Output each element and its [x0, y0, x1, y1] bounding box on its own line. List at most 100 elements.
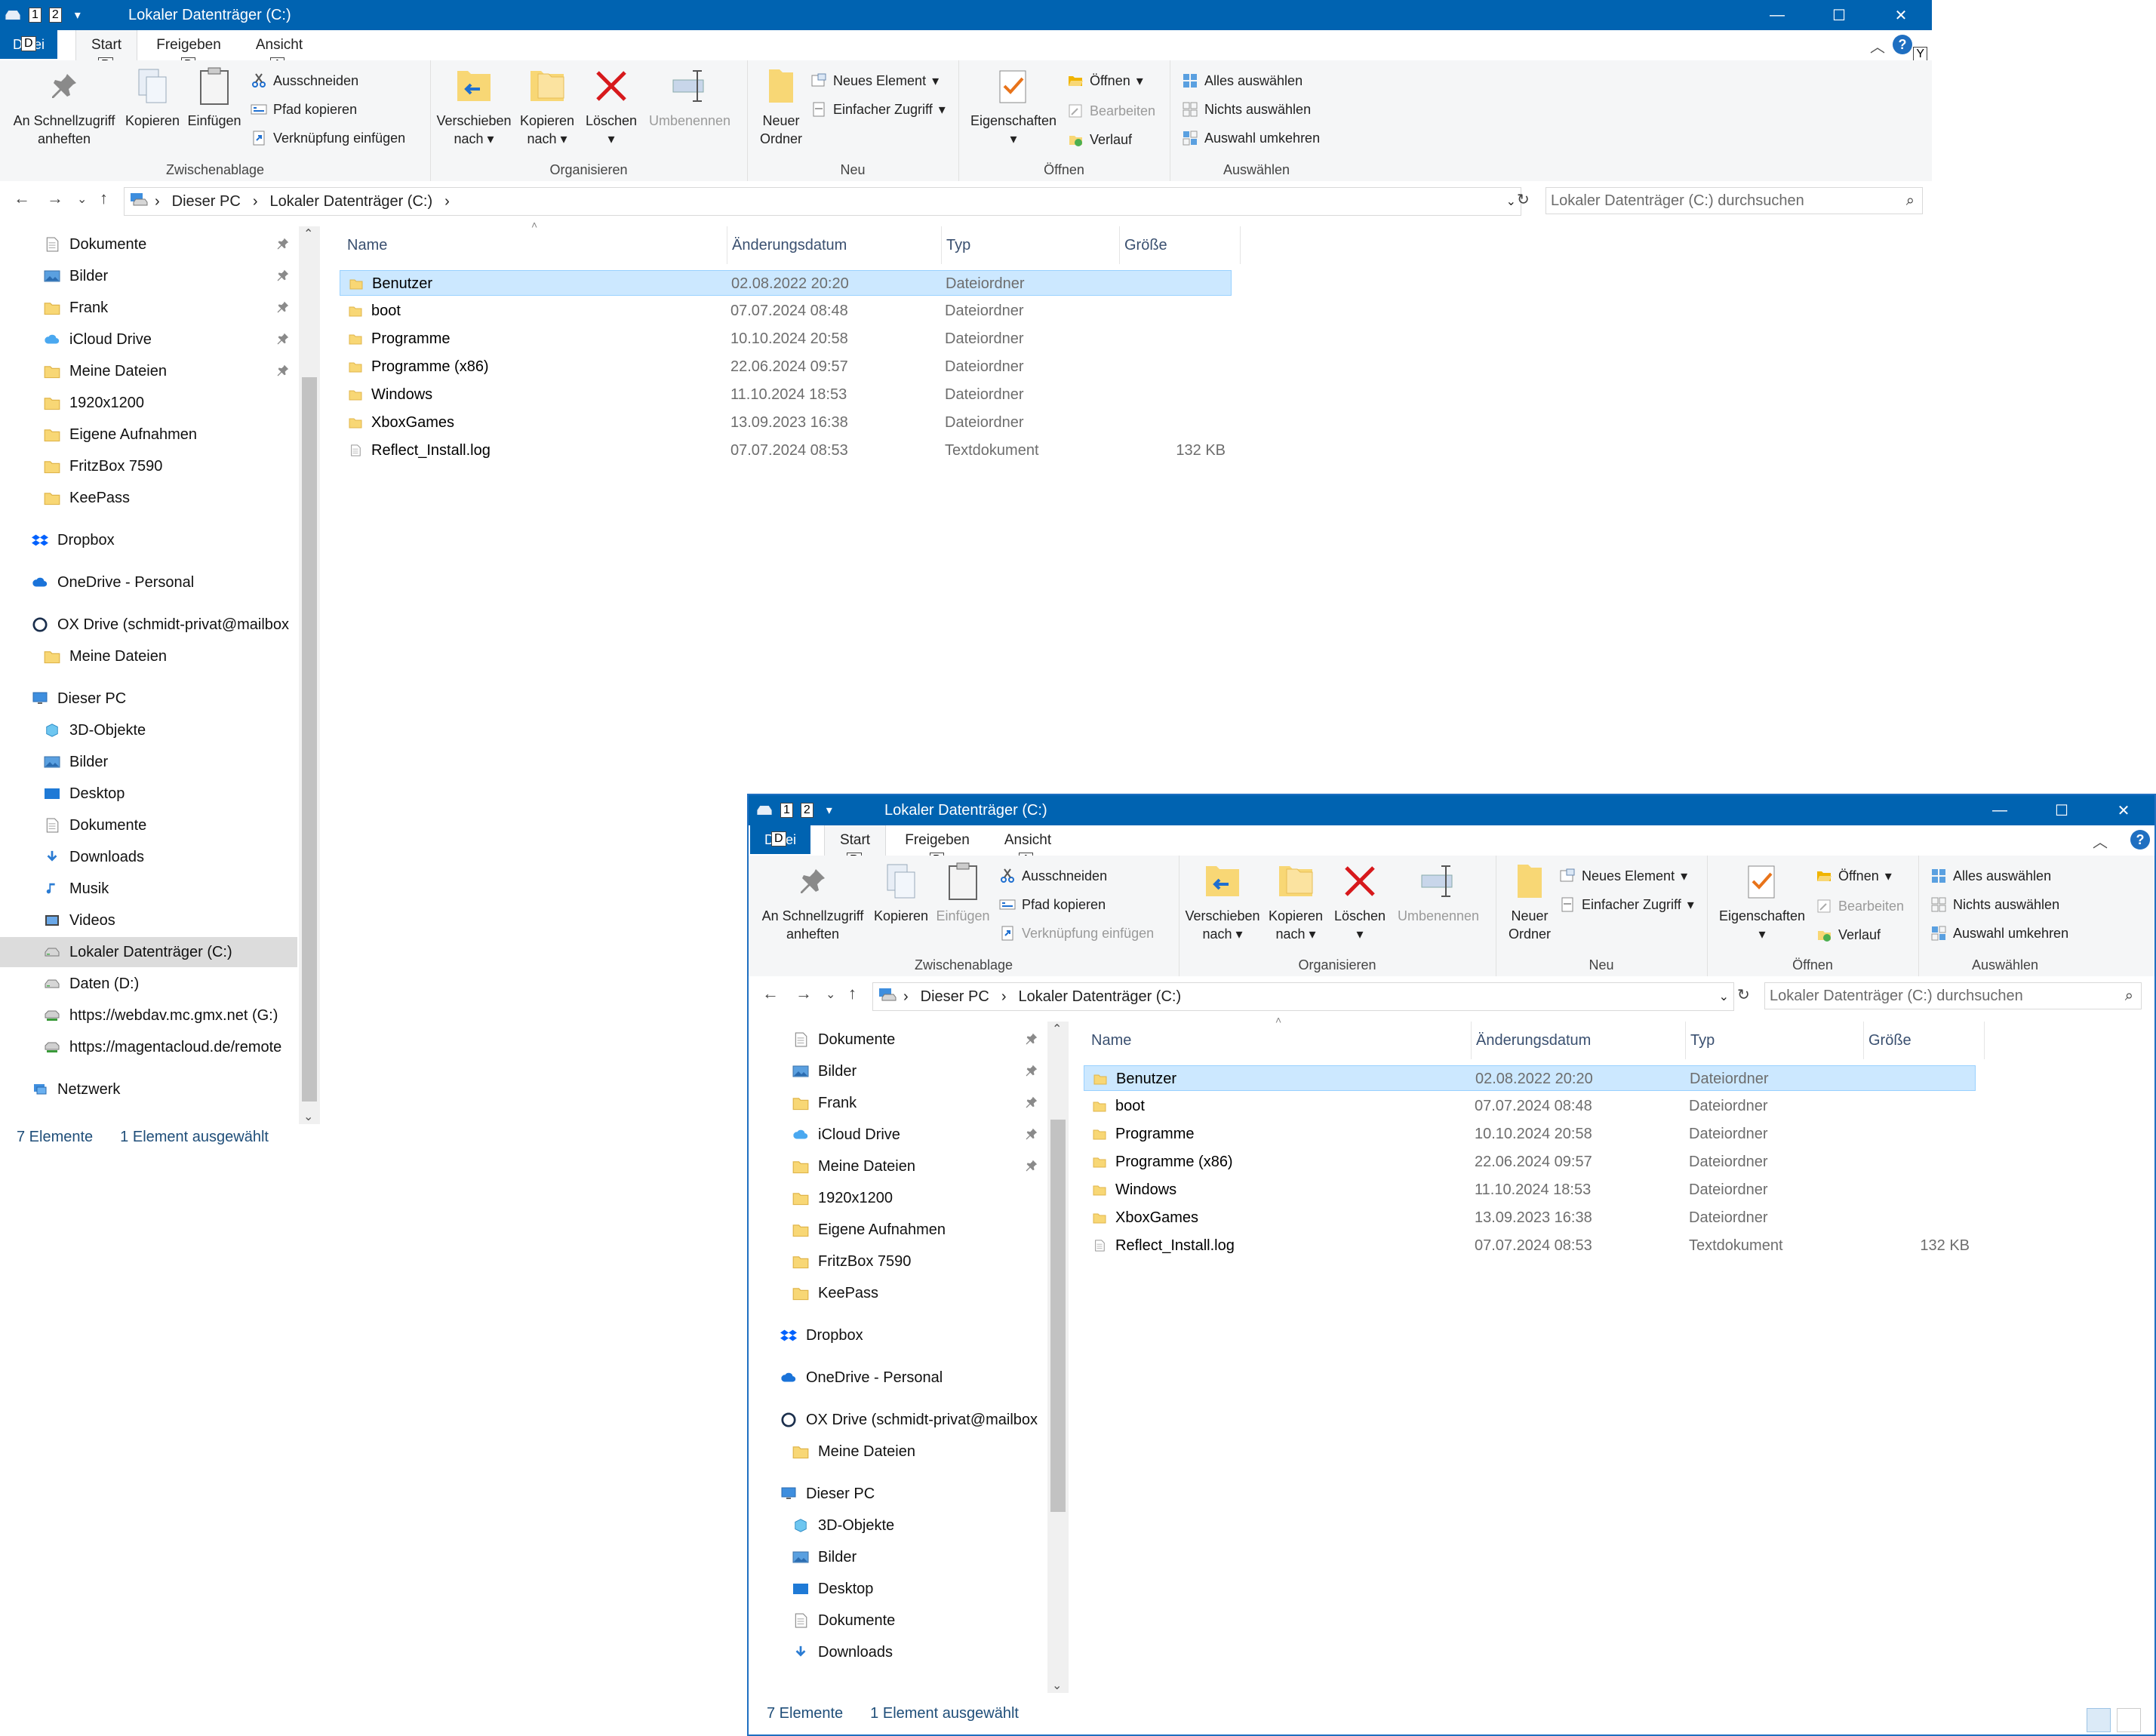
nav-pc-item[interactable]: Bilder: [792, 1542, 857, 1572]
new-folder-button[interactable]: Neuer Ordner: [1499, 859, 1561, 943]
copy-path-button[interactable]: Pfad kopieren: [251, 98, 357, 121]
nav-onedrive[interactable]: OneDrive - Personal: [32, 567, 194, 598]
nav-quick-item[interactable]: Frank: [792, 1088, 857, 1118]
drive-icon[interactable]: [5, 6, 21, 24]
nav-quick-item[interactable]: iCloud Drive: [44, 324, 152, 355]
nav-dropbox[interactable]: Dropbox: [32, 525, 115, 555]
nav-this-pc[interactable]: Dieser PC: [780, 1479, 875, 1509]
nav-pc-item[interactable]: Daten (D:): [44, 969, 139, 999]
select-none-button[interactable]: Nichts auswählen: [1182, 98, 1311, 121]
forward-arrow-icon[interactable]: →: [795, 984, 812, 1003]
pin-quick-access-button[interactable]: An Schnellzugriff anheften: [756, 859, 869, 943]
cut-button[interactable]: Ausschneiden: [251, 69, 358, 92]
search-input[interactable]: Lokaler Datenträger (C:) durchsuchen ⌕: [1545, 187, 1923, 214]
nav-quick-item[interactable]: Meine Dateien: [792, 1151, 915, 1181]
select-none-button[interactable]: Nichts auswählen: [1930, 893, 2059, 916]
nav-quick-item[interactable]: Bilder: [792, 1056, 857, 1086]
copy-to-button[interactable]: Kopieren nach ▾: [1263, 859, 1328, 943]
easy-access-button[interactable]: Einfacher Zugriff ▾: [810, 98, 946, 121]
up-arrow-icon[interactable]: ↑: [100, 189, 108, 208]
delete-button[interactable]: Löschen ▾: [581, 63, 641, 148]
table-row[interactable]: XboxGames 13.09.2023 16:38 Dateiordner: [1084, 1205, 1976, 1231]
nav-quick-item[interactable]: 1920x1200: [44, 388, 144, 418]
copy-path-button[interactable]: Pfad kopieren: [999, 893, 1106, 916]
nav-quick-item[interactable]: KeePass: [792, 1278, 878, 1308]
nav-oxdrive-child[interactable]: Meine Dateien: [792, 1436, 915, 1467]
paste-button[interactable]: Einfügen: [184, 63, 245, 130]
address-dropdown-icon[interactable]: ⌄: [1719, 989, 1729, 1004]
nav-pc-item[interactable]: Downloads: [44, 842, 144, 872]
nav-quick-item[interactable]: Bilder: [44, 261, 108, 291]
nav-scroll-thumb[interactable]: [1050, 1120, 1066, 1512]
tab-view[interactable]: Ansicht: [241, 30, 317, 60]
minimize-button[interactable]: —: [1969, 795, 2031, 825]
recent-dropdown-icon[interactable]: ⌄: [77, 192, 87, 207]
easy-access-button[interactable]: Einfacher Zugriff ▾: [1559, 893, 1694, 916]
rename-button[interactable]: Umbenennen: [643, 63, 737, 130]
nav-quick-item[interactable]: Eigene Aufnahmen: [44, 419, 197, 450]
nav-oxdrive[interactable]: OX Drive (schmidt-privat@mailbox: [780, 1405, 1038, 1435]
large-icons-view-icon[interactable]: [2117, 1708, 2141, 1732]
table-row[interactable]: Reflect_Install.log 07.07.2024 08:53 Textd…: [340, 438, 1232, 463]
pin-icon[interactable]: [276, 300, 290, 318]
address-dropdown-icon[interactable]: ⌄: [1506, 194, 1516, 209]
select-all-button[interactable]: Alles auswählen: [1930, 865, 2051, 887]
tab-view[interactable]: Ansicht: [990, 825, 1066, 856]
paste-button[interactable]: Einfügen: [933, 859, 993, 925]
table-row[interactable]: Windows 11.10.2024 18:53 Dateiordner: [1084, 1177, 1976, 1203]
nav-oxdrive-child[interactable]: Meine Dateien: [44, 641, 167, 671]
nav-pc-item[interactable]: Desktop: [44, 779, 125, 809]
close-button[interactable]: ✕: [1870, 0, 1932, 30]
up-arrow-icon[interactable]: ↑: [848, 984, 857, 1003]
open-button[interactable]: Öffnen ▾: [1816, 865, 1892, 887]
column-header-size[interactable]: Größe: [1120, 226, 1241, 264]
nav-quick-item[interactable]: 1920x1200: [792, 1183, 893, 1213]
table-row[interactable]: Reflect_Install.log 07.07.2024 08:53 Textd…: [1084, 1233, 1976, 1258]
address-bar[interactable]: › Dieser PC › Lokaler Datenträger (C:) ›…: [124, 187, 1521, 216]
nav-pc-item[interactable]: Videos: [44, 905, 115, 936]
drive-icon[interactable]: [756, 801, 773, 819]
nav-pc-item[interactable]: Dokumente: [792, 1605, 895, 1636]
nav-quick-item[interactable]: FritzBox 7590: [44, 451, 162, 481]
properties-button[interactable]: Eigenschaften ▾: [1713, 859, 1811, 943]
nav-pc-item[interactable]: Lokaler Datenträger (C:): [0, 937, 297, 967]
pin-icon[interactable]: [1025, 1032, 1038, 1049]
refresh-icon[interactable]: ↻: [1737, 985, 1750, 1004]
details-view-icon[interactable]: [2087, 1708, 2111, 1732]
pin-icon[interactable]: [1025, 1064, 1038, 1081]
nav-quick-item[interactable]: Meine Dateien: [44, 356, 167, 386]
recent-dropdown-icon[interactable]: ⌄: [826, 987, 835, 1002]
nav-pc-item[interactable]: 3D-Objekte: [792, 1510, 894, 1541]
nav-pc-item[interactable]: Musik: [44, 874, 109, 904]
nav-scroll-thumb[interactable]: [302, 377, 317, 1102]
cut-button[interactable]: Ausschneiden: [999, 865, 1107, 887]
copy-button[interactable]: Kopieren: [121, 63, 184, 130]
select-all-button[interactable]: Alles auswählen: [1182, 69, 1303, 92]
nav-pc-item[interactable]: 3D-Objekte: [44, 715, 146, 745]
rename-button[interactable]: Umbenennen: [1392, 859, 1485, 925]
nav-this-pc[interactable]: Dieser PC: [32, 684, 126, 714]
column-header-type[interactable]: Typ: [1686, 1022, 1864, 1059]
nav-pc-item[interactable]: https://webdav.mc.gmx.net (G:): [44, 1000, 278, 1031]
table-row[interactable]: Programme 10.10.2024 20:58 Dateiordner: [1084, 1121, 1976, 1147]
column-header-name[interactable]: Name: [343, 226, 727, 264]
history-button[interactable]: Verlauf: [1067, 128, 1132, 151]
new-folder-button[interactable]: Neuer Ordner: [750, 63, 812, 148]
help-icon[interactable]: ?: [1893, 35, 1912, 54]
nav-pc-item[interactable]: Desktop: [792, 1574, 873, 1604]
maximize-button[interactable]: ☐: [1808, 0, 1870, 30]
tab-start[interactable]: Start: [75, 30, 137, 60]
invert-selection-button[interactable]: Auswahl umkehren: [1930, 922, 2068, 945]
nav-quick-item[interactable]: FritzBox 7590: [792, 1246, 911, 1277]
nav-network[interactable]: Netzwerk: [32, 1074, 120, 1105]
nav-pc-item[interactable]: Dokumente: [44, 810, 146, 840]
table-row[interactable]: XboxGames 13.09.2023 16:38 Dateiordner: [340, 410, 1232, 435]
tab-share[interactable]: Freigeben: [892, 825, 983, 856]
table-row[interactable]: boot 07.07.2024 08:48 Dateiordner: [340, 298, 1232, 324]
qat-dropdown-icon[interactable]: ▾: [821, 801, 838, 819]
scroll-down-icon[interactable]: ⌄: [303, 1109, 313, 1124]
search-input[interactable]: Lokaler Datenträger (C:) durchsuchen ⌕: [1764, 982, 2142, 1009]
scroll-up-icon[interactable]: ⌃: [303, 226, 313, 241]
nav-pc-item[interactable]: Bilder: [44, 747, 108, 777]
invert-selection-button[interactable]: Auswahl umkehren: [1182, 127, 1320, 149]
